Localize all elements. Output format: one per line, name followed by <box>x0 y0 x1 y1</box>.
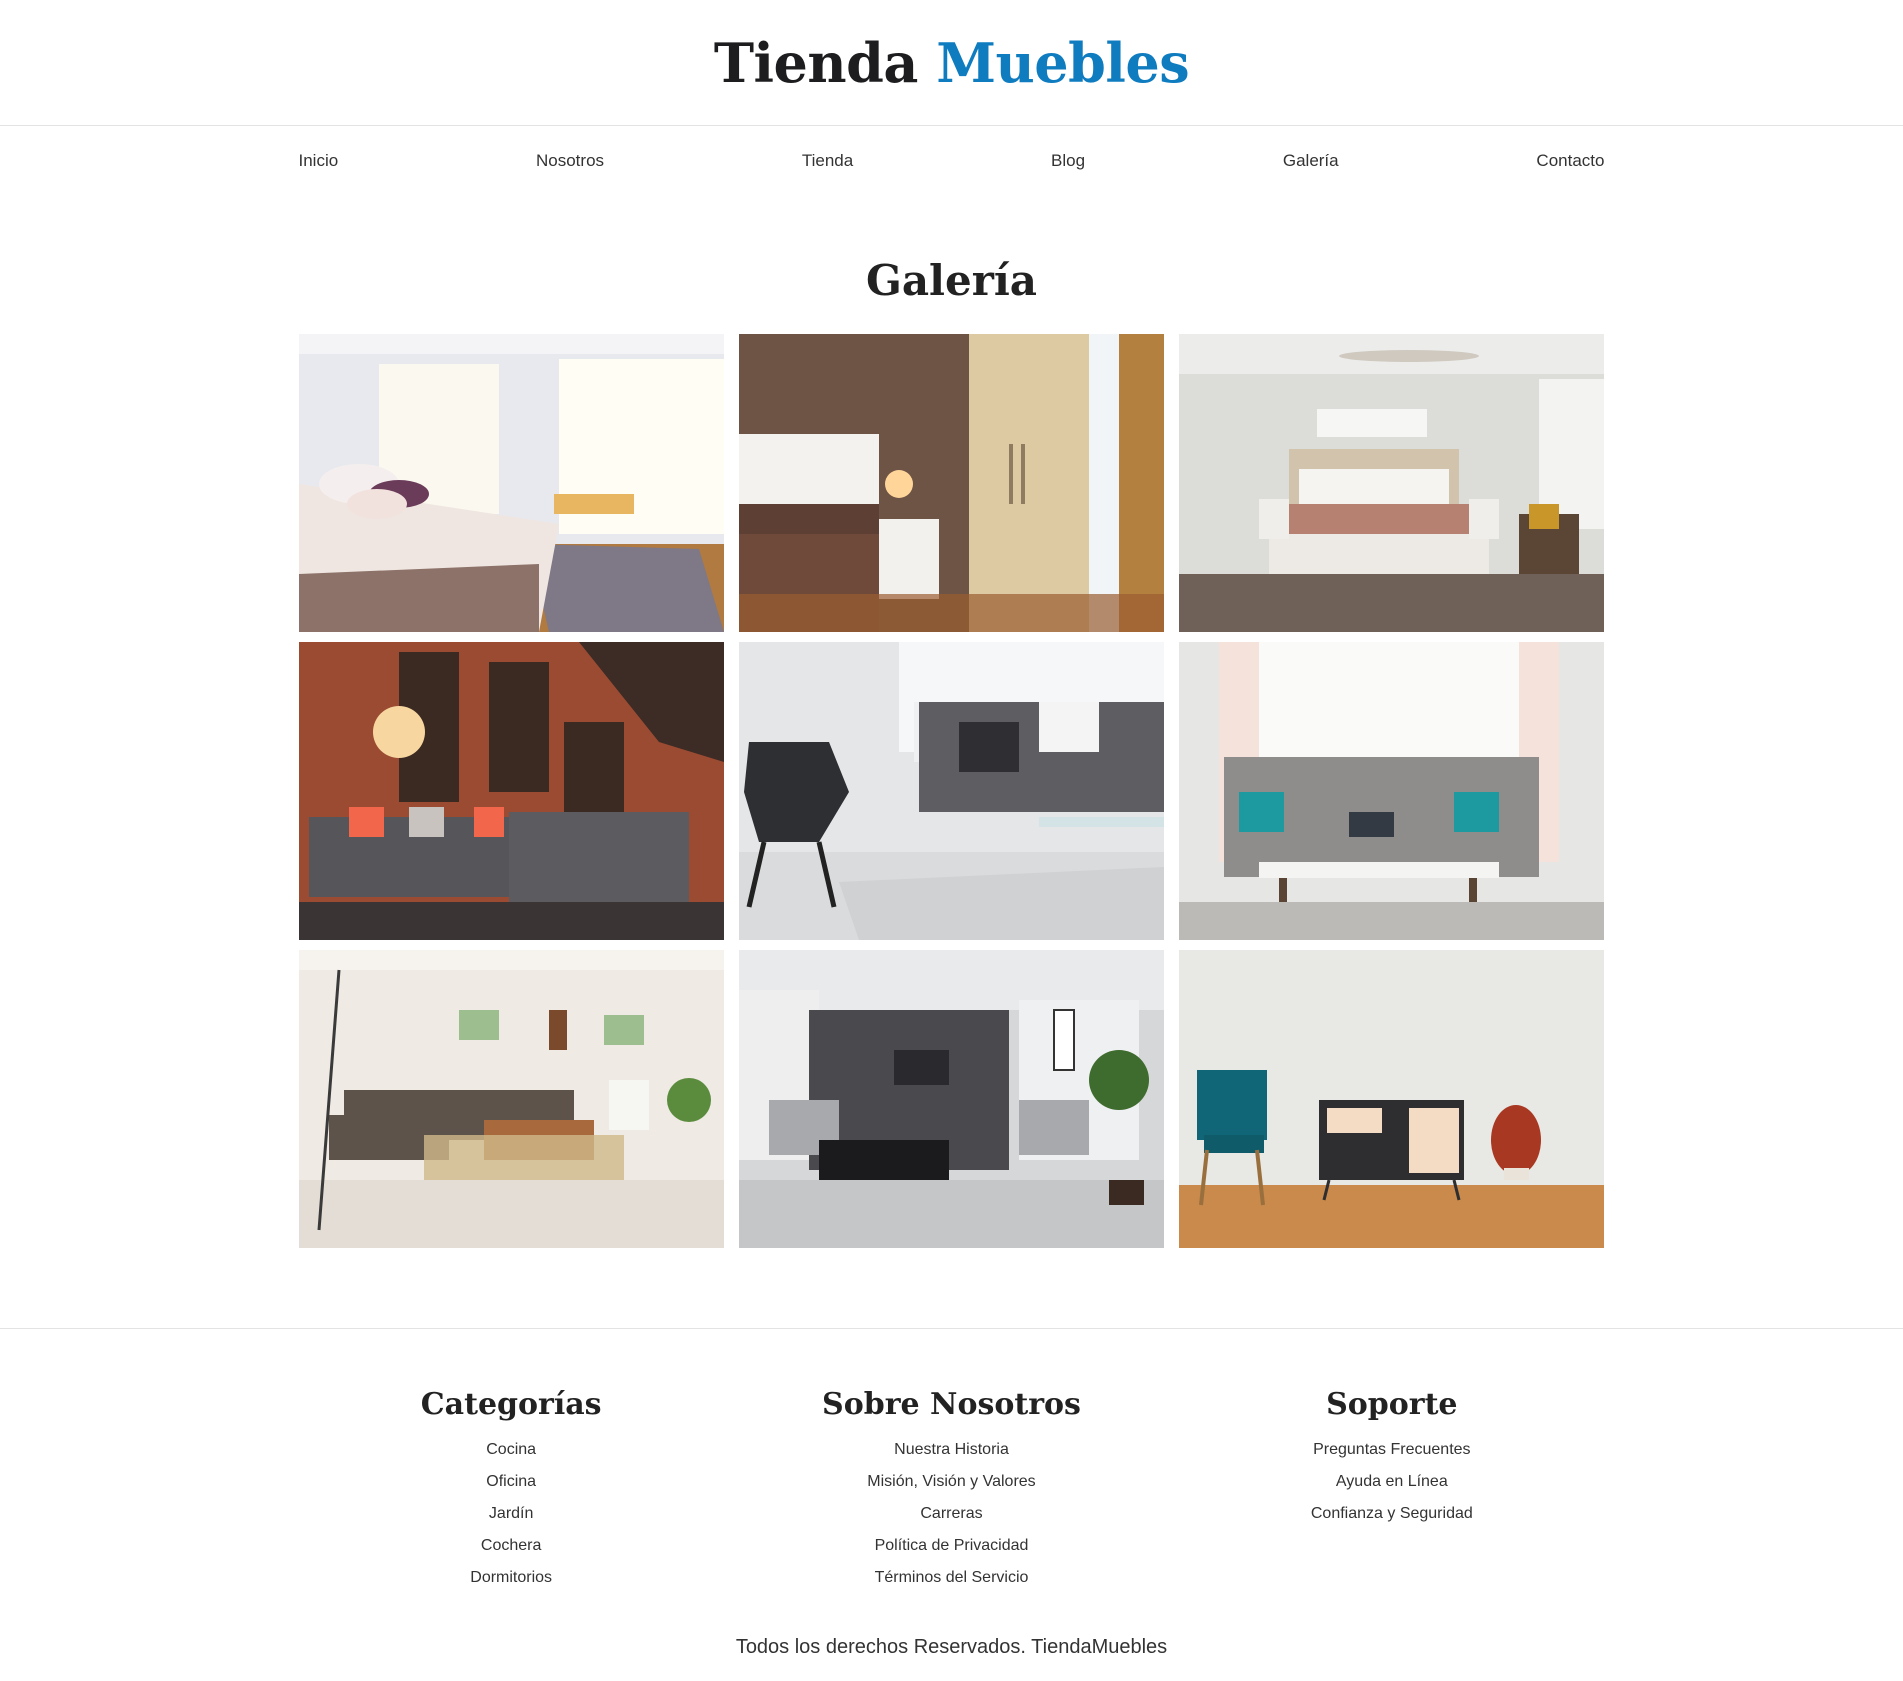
gallery-image-bedroom-bright[interactable] <box>298 334 724 632</box>
gallery-title: Galería <box>865 256 1038 305</box>
site-header: Tienda Muebles <box>0 0 1903 126</box>
livingroom-tufted-sofa-teal-pillows-photo <box>1178 642 1604 940</box>
footer-link-ayuda[interactable]: Ayuda en Línea <box>1179 1466 1604 1498</box>
footer-link-confianza[interactable]: Confianza y Seguridad <box>1179 1498 1604 1530</box>
gallery-image-living-white-brick[interactable] <box>298 950 724 1248</box>
livingroom-brick-bookshelves-photo <box>298 642 724 940</box>
livingroom-grey-sofa-black-chair-photo <box>738 642 1164 940</box>
gallery-image-bedroom-wardrobe[interactable] <box>738 334 1164 632</box>
gallery-section: Galería <box>0 252 1903 1248</box>
site-logo[interactable]: Tienda Muebles <box>713 30 1190 95</box>
footer-heading-soporte: Soporte <box>1326 1387 1458 1422</box>
bedroom-ceiling-fan-photo <box>1178 334 1604 632</box>
gallery-image-living-black-chair[interactable] <box>738 642 1164 940</box>
footer-col-soporte: Soporte Preguntas Frecuentes Ayuda en Lí… <box>1179 1387 1604 1594</box>
gallery-image-living-teal-pillows[interactable] <box>1178 642 1604 940</box>
gallery-image-living-modern-tv[interactable] <box>738 950 1164 1248</box>
footer-link-preguntas[interactable]: Preguntas Frecuentes <box>1179 1434 1604 1466</box>
livingroom-white-brick-sectional-photo <box>298 950 724 1248</box>
nav-galeria[interactable]: Galería <box>1283 151 1339 171</box>
footer-col-categorias: Categorías Cocina Oficina Jardín Cochera… <box>299 1387 724 1594</box>
copyright-text: Todos los derechos Reservados. TiendaMue… <box>735 1636 1168 1658</box>
nav-nosotros[interactable]: Nosotros <box>536 151 604 171</box>
footer-link-jardin[interactable]: Jardín <box>299 1498 724 1530</box>
main-navigation: Inicio Nosotros Tienda Blog Galería Cont… <box>299 126 1605 196</box>
gallery-image-teal-chair-sideboard[interactable] <box>1178 950 1604 1248</box>
nav-inicio[interactable]: Inicio <box>299 151 339 171</box>
footer-link-dormitorios[interactable]: Dormitorios <box>299 1562 724 1594</box>
footer-heading-categorias: Categorías <box>420 1387 602 1422</box>
footer-link-terminos[interactable]: Términos del Servicio <box>739 1562 1164 1594</box>
footer-link-cochera[interactable]: Cochera <box>299 1530 724 1562</box>
footer-heading-sobre-nosotros: Sobre Nosotros <box>822 1387 1081 1422</box>
teal-chair-sideboard-vase-photo <box>1178 950 1604 1248</box>
livingroom-modern-tv-wall-photo <box>738 950 1164 1248</box>
footer-col-sobre-nosotros: Sobre Nosotros Nuestra Historia Misión, … <box>739 1387 1164 1594</box>
bedroom-bright-curtains-photo <box>298 334 724 632</box>
footer-link-cocina[interactable]: Cocina <box>299 1434 724 1466</box>
logo-text-muebles: Muebles <box>936 30 1190 95</box>
footer-link-oficina[interactable]: Oficina <box>299 1466 724 1498</box>
footer-link-nuestra-historia[interactable]: Nuestra Historia <box>739 1434 1164 1466</box>
footer-link-privacidad[interactable]: Política de Privacidad <box>739 1530 1164 1562</box>
gallery-grid <box>298 334 1605 1248</box>
logo-text-tienda: Tienda <box>713 30 919 95</box>
nav-tienda[interactable]: Tienda <box>802 151 853 171</box>
footer-link-carreras[interactable]: Carreras <box>739 1498 1164 1530</box>
footer-link-mision-vision[interactable]: Misión, Visión y Valores <box>739 1466 1164 1498</box>
nav-blog[interactable]: Blog <box>1051 151 1085 171</box>
site-footer: Categorías Cocina Oficina Jardín Cochera… <box>0 1328 1903 1659</box>
nav-contacto[interactable]: Contacto <box>1536 151 1604 171</box>
bedroom-wardrobe-lamp-photo <box>738 334 1164 632</box>
gallery-image-living-brick[interactable] <box>298 642 724 940</box>
gallery-image-bedroom-fan[interactable] <box>1178 334 1604 632</box>
